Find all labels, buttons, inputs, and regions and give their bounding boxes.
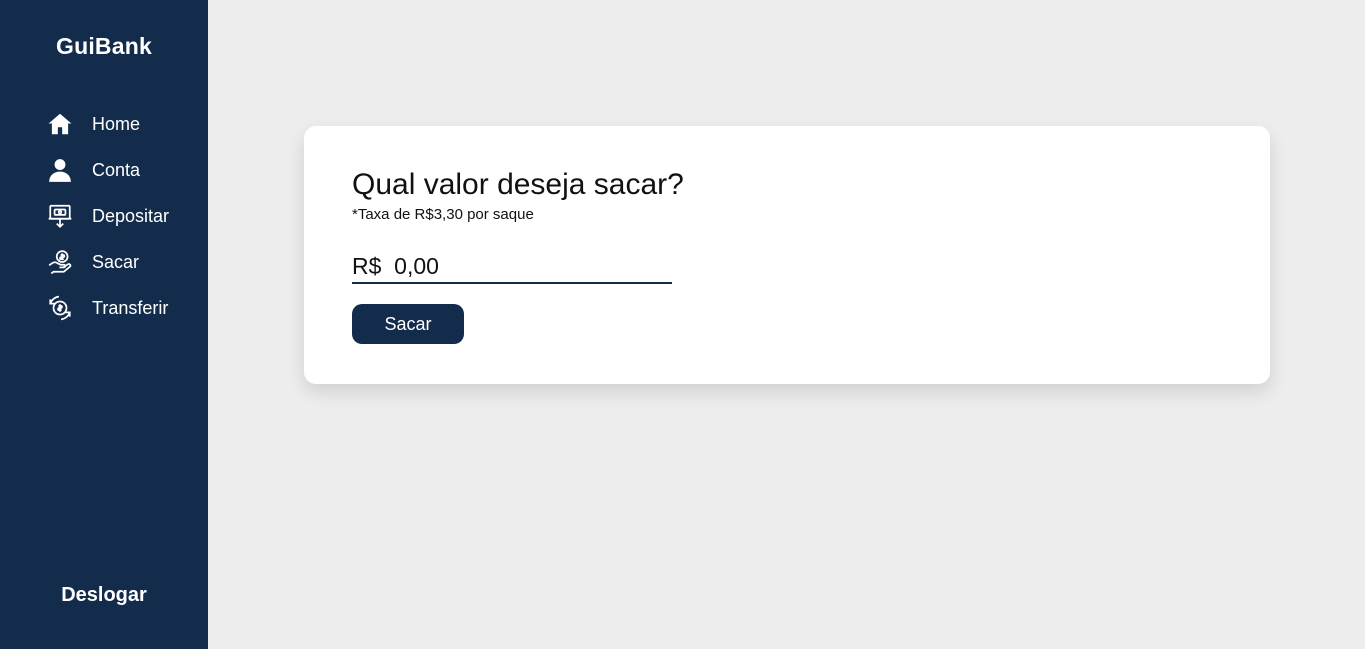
app-root: GuiBank Home Conta Depositar Sacar Trans… (0, 0, 1365, 649)
sidebar-item-sacar[interactable]: Sacar (0, 239, 208, 285)
home-icon (46, 110, 74, 138)
user-icon (46, 156, 74, 184)
sidebar-nav: Home Conta Depositar Sacar Transferir (0, 101, 208, 331)
amount-field (352, 250, 672, 284)
withdraw-button[interactable]: Sacar (352, 304, 464, 344)
brand-logo: GuiBank (56, 33, 152, 59)
withdraw-card: Qual valor deseja sacar? *Taxa de R$3,30… (304, 126, 1270, 384)
sidebar-item-home[interactable]: Home (0, 101, 208, 147)
sidebar-item-label: Conta (92, 159, 141, 180)
sidebar-item-label: Depositar (92, 205, 170, 226)
sidebar: GuiBank Home Conta Depositar Sacar Trans… (0, 0, 208, 649)
withdraw-icon (46, 248, 74, 276)
amount-input[interactable] (352, 250, 672, 282)
deposit-icon (46, 202, 74, 230)
transfer-icon (46, 294, 74, 322)
sidebar-item-label: Sacar (92, 251, 140, 272)
sidebar-item-transferir[interactable]: Transferir (0, 285, 208, 331)
logout-button[interactable]: Deslogar (0, 584, 208, 607)
page-title: Qual valor deseja sacar? (352, 168, 684, 201)
fee-note: *Taxa de R$3,30 por saque (352, 206, 534, 223)
sidebar-item-depositar[interactable]: Depositar (0, 193, 208, 239)
sidebar-item-conta[interactable]: Conta (0, 147, 208, 193)
sidebar-item-label: Home (92, 113, 141, 134)
sidebar-item-label: Transferir (92, 297, 169, 318)
